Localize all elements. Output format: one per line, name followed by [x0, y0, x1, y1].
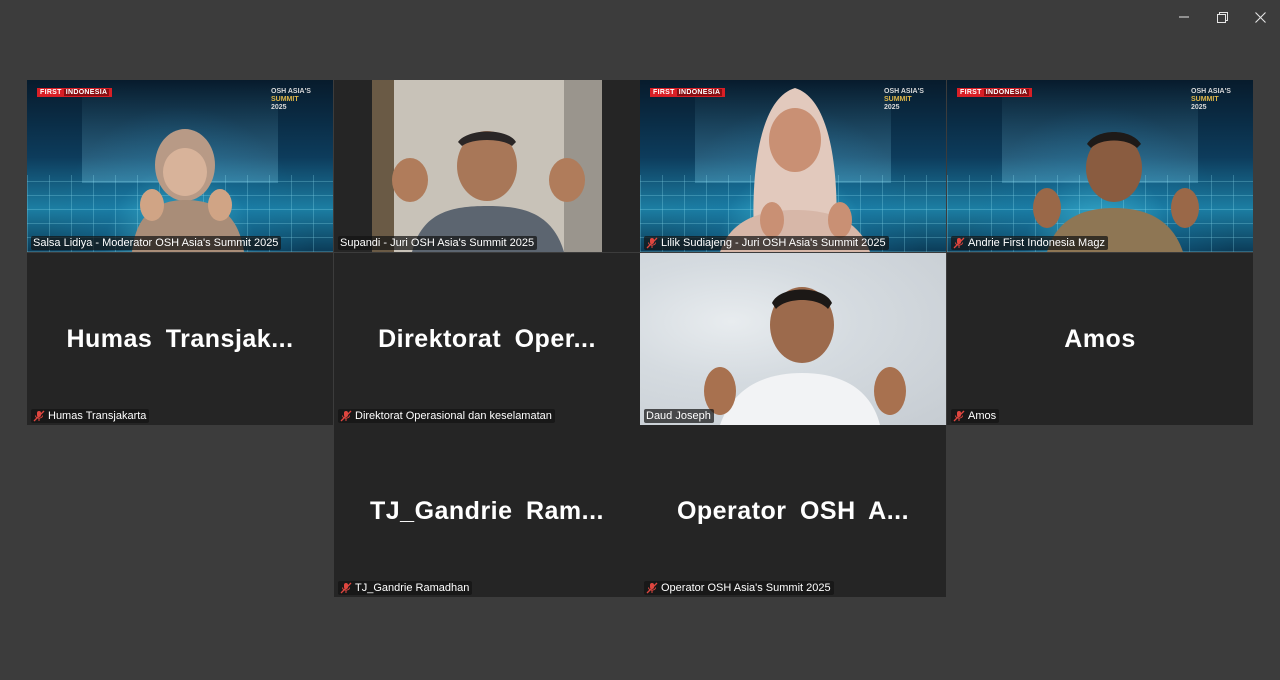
osh-summit-logo: OSH ASIA'S SUMMIT 2025 [884, 88, 924, 111]
participant-tile-humas-transjakarta[interactable]: Humas Transjak... Humas Transjakarta [27, 253, 333, 425]
participant-avatar-name: Operator OSH A... [676, 496, 910, 525]
mic-muted-icon [953, 237, 965, 249]
close-icon [1254, 11, 1266, 23]
participant-name-label: Andrie First Indonesia Magz [951, 236, 1108, 250]
mic-muted-icon [953, 410, 965, 422]
participant-tile-andrie[interactable]: FIRST INDONESIA OSH ASIA'S SUMMIT 2025 Andr… [947, 80, 1253, 252]
mic-muted-icon [646, 582, 658, 594]
participant-video-silhouette [1033, 132, 1199, 252]
participant-video-silhouette [132, 129, 244, 252]
restore-button[interactable] [1203, 0, 1241, 34]
participant-avatar-name: Direktorat Oper... [378, 324, 596, 353]
participant-tile-salsa[interactable]: FIRST INDONESIA OSH ASIA'S SUMMIT 2025 Sals… [27, 80, 333, 252]
close-button[interactable] [1241, 0, 1279, 34]
first-indonesia-logo: FIRST INDONESIA [37, 88, 113, 97]
participant-tile-lilik[interactable]: FIRST INDONESIA OSH ASIA'S SUMMIT 2025 Lili… [640, 80, 946, 252]
participant-tile-supandi[interactable]: Supandi - Juri OSH Asia's Summit 2025 [334, 80, 640, 252]
participant-name-label: Operator OSH Asia's Summit 2025 [644, 581, 834, 595]
participant-avatar-name: TJ_Gandrie Ram... [369, 496, 605, 525]
participant-name-label: Amos [951, 409, 1000, 423]
participant-tile-direktorat[interactable]: Direktorat Oper... Direktorat Operasiona… [334, 253, 640, 425]
mic-muted-icon [340, 582, 352, 594]
participant-name-label: Lilik Sudiajeng - Juri OSH Asia's Summit… [644, 236, 889, 250]
participant-tile-daud-joseph[interactable]: Daud Joseph [640, 253, 946, 425]
participant-name-label: Daud Joseph [644, 409, 714, 423]
participant-avatar-name: Humas Transjak... [66, 324, 294, 353]
osh-summit-logo: OSH ASIA'S SUMMIT 2025 [271, 88, 311, 111]
participant-tile-amos[interactable]: Amos Amos [947, 253, 1253, 425]
restore-icon [1216, 11, 1228, 23]
participant-name-label: Direktorat Operasional dan keselamatan [338, 409, 555, 423]
participant-video-silhouette [704, 287, 906, 425]
participant-name-label: TJ_Gandrie Ramadhan [338, 581, 473, 595]
mic-muted-icon [340, 410, 352, 422]
minimize-button[interactable] [1165, 0, 1203, 34]
participant-name-label: Supandi - Juri OSH Asia's Summit 2025 [338, 236, 538, 250]
participant-video-silhouette [392, 131, 585, 252]
participant-avatar-name: Amos [1064, 324, 1136, 353]
minimize-icon [1179, 12, 1189, 22]
participant-name-label: Salsa Lidiya - Moderator OSH Asia's Summ… [31, 236, 282, 250]
participant-name-label: Humas Transjakarta [31, 409, 150, 423]
mic-muted-icon [33, 410, 45, 422]
first-indonesia-logo: FIRST INDONESIA [957, 88, 1033, 97]
participant-tile-tj-gandrie[interactable]: TJ_Gandrie Ram... TJ_Gandrie Ramadhan [334, 425, 640, 597]
mic-muted-icon [646, 237, 658, 249]
osh-summit-logo: OSH ASIA'S SUMMIT 2025 [1191, 88, 1231, 111]
participant-video-silhouette [720, 88, 870, 252]
participant-tile-operator[interactable]: Operator OSH A... Operator OSH Asia's Su… [640, 425, 946, 597]
